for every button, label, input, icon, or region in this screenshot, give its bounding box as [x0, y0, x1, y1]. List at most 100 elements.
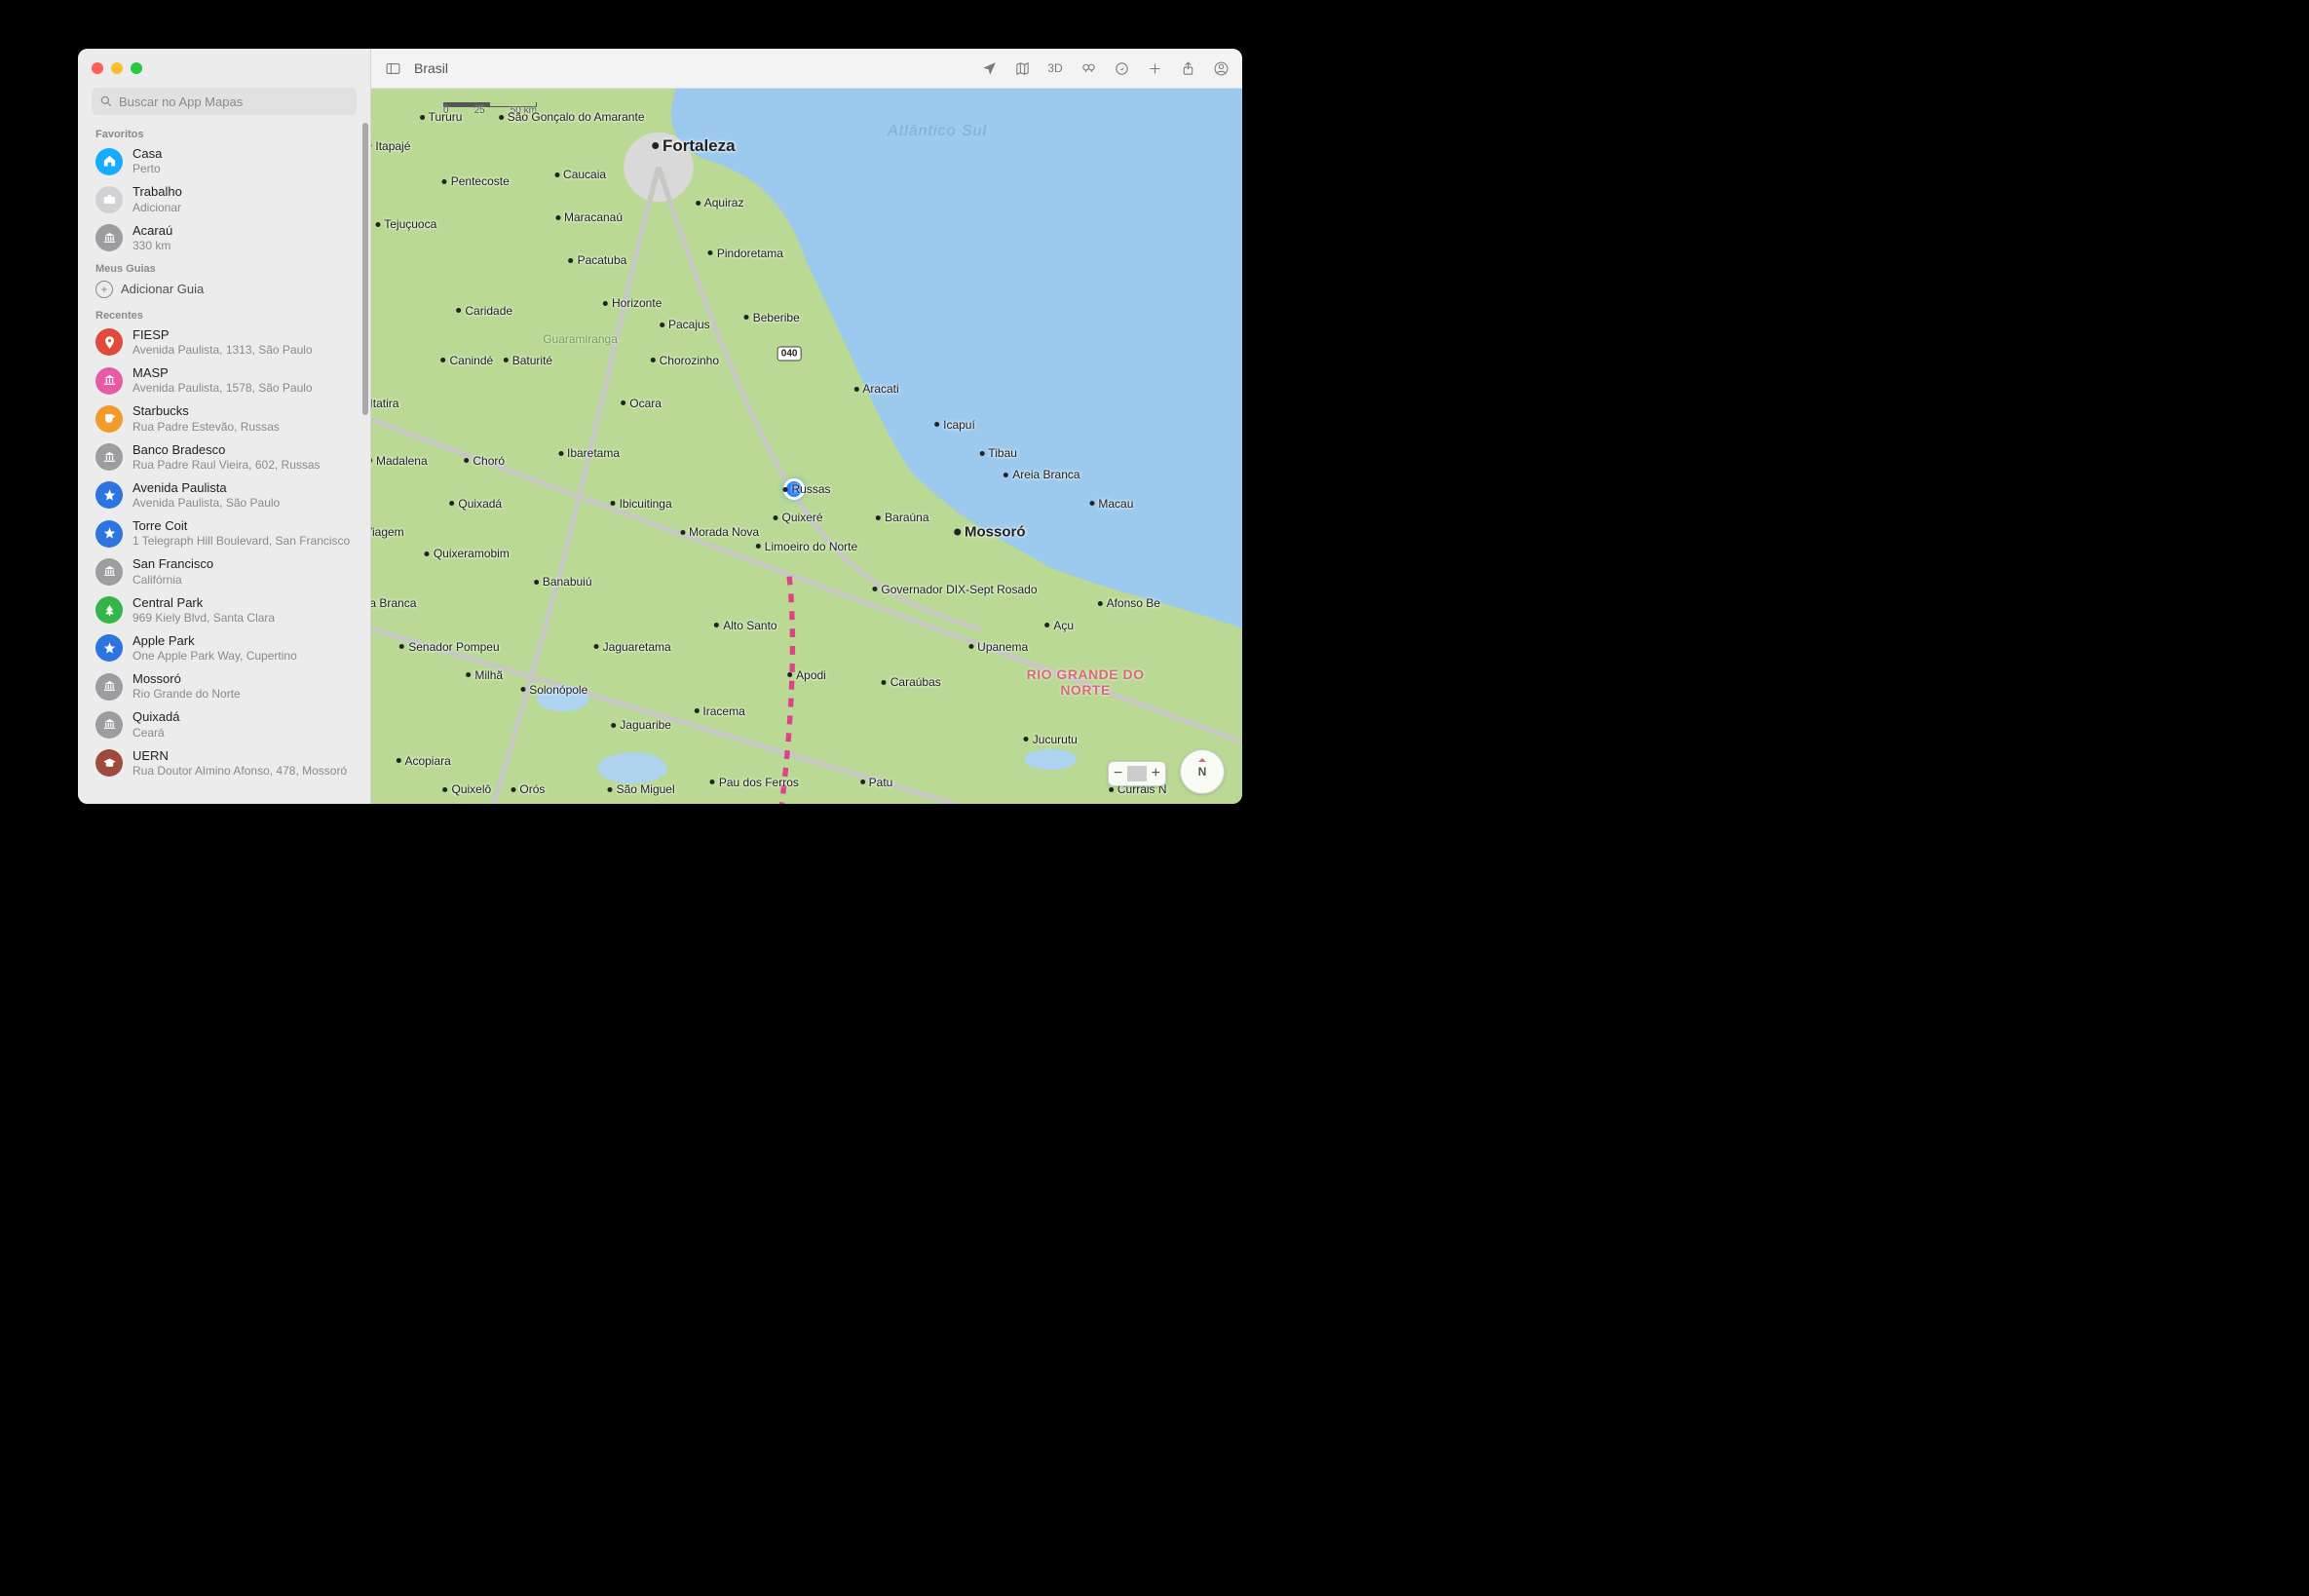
sidebar-scroll[interactable]: Favoritos CasaPertoTrabalhoAdicionarAcar… [78, 123, 370, 804]
city-label[interactable]: Quixeré [774, 511, 823, 524]
favorite-item[interactable]: TrabalhoAdicionar [78, 180, 370, 218]
city-label[interactable]: Quixadá [449, 497, 502, 511]
recent-item[interactable]: MossoróRio Grande do Norte [78, 667, 370, 705]
city-label[interactable]: São Miguel [608, 782, 675, 796]
toggle-sidebar-button[interactable] [381, 57, 404, 80]
city-label[interactable]: Quixelô [442, 782, 491, 796]
city-label[interactable]: Jaguaribe [611, 718, 671, 732]
city-dot-icon [399, 644, 404, 649]
map-canvas[interactable]: 0 25 50 km Atlântico Sul RIO GRANDE DO N… [371, 89, 1242, 804]
city-label[interactable]: Banabuiú [534, 575, 592, 589]
city-label[interactable]: Jucurutu [1024, 733, 1078, 746]
city-label[interactable]: Orós [511, 782, 545, 796]
city-label[interactable]: Fortaleza [652, 136, 736, 156]
share-button[interactable] [1176, 57, 1199, 80]
look-around-button[interactable] [1077, 57, 1100, 80]
directions-button[interactable] [1110, 57, 1133, 80]
recent-item[interactable]: Central Park969 Kiely Blvd, Santa Clara [78, 591, 370, 629]
scrollbar-thumb[interactable] [362, 123, 368, 415]
recent-item[interactable]: Apple ParkOne Apple Park Way, Cupertino [78, 629, 370, 667]
close-button[interactable] [92, 62, 103, 74]
city-label[interactable]: Ibicuitinga [611, 497, 672, 511]
recent-item[interactable]: Torre Coit1 Telegraph Hill Boulevard, Sa… [78, 514, 370, 552]
favorite-item[interactable]: CasaPerto [78, 142, 370, 180]
view-3d-button[interactable]: 3D [1043, 57, 1067, 80]
zoom-out-button[interactable]: − [1109, 763, 1127, 784]
city-label[interactable]: Patu [860, 776, 893, 789]
city-label[interactable]: Ocara [621, 397, 662, 410]
city-label[interactable]: Aquiraz [696, 196, 744, 209]
account-button[interactable] [1209, 57, 1232, 80]
recent-item[interactable]: MASPAvenida Paulista, 1578, São Paulo [78, 361, 370, 399]
city-label[interactable]: Caucaia [554, 168, 606, 181]
city-label[interactable]: Upanema [968, 640, 1028, 654]
park-label: Guaramiranga [543, 332, 618, 346]
city-label[interactable]: Viagem [371, 525, 404, 539]
city-label[interactable]: Governador DIX-Sept Rosado [872, 583, 1037, 596]
city-label[interactable]: Açu [1044, 619, 1074, 632]
city-label[interactable]: Morada Nova [680, 525, 759, 539]
map-mode-button[interactable] [1010, 57, 1034, 80]
city-label[interactable]: a Branca [371, 596, 416, 610]
city-label[interactable]: Baturité [504, 354, 552, 367]
city-label[interactable]: Quixeramobim [425, 547, 510, 560]
city-label[interactable]: Pacajus [660, 318, 710, 331]
add-button[interactable] [1143, 57, 1166, 80]
search-input[interactable]: Buscar no App Mapas [92, 88, 357, 115]
city-label[interactable]: Itatira [371, 397, 398, 410]
city-label[interactable]: Itapajé [371, 139, 410, 153]
city-label[interactable]: Macau [1089, 497, 1133, 511]
city-label[interactable]: Milhã [466, 668, 503, 682]
city-label[interactable]: Maracanaú [555, 210, 623, 224]
city-label[interactable]: Horizonte [603, 296, 662, 310]
city-label[interactable]: Afonso Be [1098, 596, 1160, 610]
city-label[interactable]: Baraúna [876, 511, 928, 524]
main-area: Brasil 3D [371, 49, 1242, 804]
city-label[interactable]: Icapuí [934, 418, 975, 432]
recent-item[interactable]: San FranciscoCalifórnia [78, 552, 370, 590]
city-label[interactable]: Solonópole [520, 683, 587, 697]
city-label[interactable]: Madalena [371, 454, 428, 468]
city-label[interactable]: Tururu [420, 110, 463, 124]
city-label[interactable]: Tejuçuoca [375, 217, 436, 231]
city-label[interactable]: Aracati [853, 382, 898, 396]
city-label[interactable]: Pindoretama [708, 247, 783, 260]
city-label[interactable]: Caraúbas [882, 675, 941, 689]
city-label[interactable]: Chorozinho [651, 354, 719, 367]
city-label[interactable]: Ibaretama [558, 446, 620, 460]
city-label[interactable]: São Gonçalo do Amarante [499, 110, 645, 124]
city-label[interactable]: Apodi [787, 668, 826, 682]
recent-item[interactable]: QuixadáCeará [78, 705, 370, 743]
city-label[interactable]: Choró [464, 454, 505, 468]
minimize-button[interactable] [111, 62, 123, 74]
city-label[interactable]: Jaguaretama [594, 640, 671, 654]
city-label[interactable]: Mossoró [954, 524, 1026, 541]
zoom-in-button[interactable]: + [1147, 763, 1165, 784]
city-label[interactable]: Pau dos Ferros [710, 776, 799, 789]
city-label[interactable]: Alto Santo [714, 619, 776, 632]
city-label[interactable]: Pacatuba [569, 253, 627, 267]
recent-item[interactable]: Banco BradescoRua Padre Raul Vieira, 602… [78, 438, 370, 476]
city-label[interactable]: Areia Branca [1003, 468, 1079, 481]
city-label[interactable]: Limoeiro do Norte [756, 540, 857, 553]
city-label[interactable]: Caridade [456, 304, 512, 318]
recent-item[interactable]: UERNRua Doutor Almino Afonso, 478, Mosso… [78, 744, 370, 782]
recent-item[interactable]: FIESPAvenida Paulista, 1313, São Paulo [78, 323, 370, 361]
locate-button[interactable] [977, 57, 1001, 80]
recent-item[interactable]: StarbucksRua Padre Estevão, Russas [78, 399, 370, 437]
city-label[interactable]: Beberibe [744, 311, 800, 324]
city-label[interactable]: Iracema [694, 704, 744, 718]
city-dot-icon [534, 580, 539, 585]
maximize-button[interactable] [131, 62, 142, 74]
city-dot-icon [371, 458, 372, 463]
city-label[interactable]: Acopiara [396, 754, 450, 768]
favorite-item[interactable]: Acaraú330 km [78, 219, 370, 257]
recent-item[interactable]: Avenida PaulistaAvenida Paulista, São Pa… [78, 476, 370, 514]
add-guide-button[interactable]: + Adicionar Guia [78, 277, 370, 304]
compass-button[interactable]: N [1180, 749, 1225, 794]
city-label[interactable]: Canindé [440, 354, 493, 367]
city-label[interactable]: Pentecoste [442, 174, 510, 188]
city-label[interactable]: Tibau [979, 446, 1017, 460]
city-label[interactable]: Russas [782, 482, 830, 496]
city-label[interactable]: Senador Pompeu [399, 640, 499, 654]
